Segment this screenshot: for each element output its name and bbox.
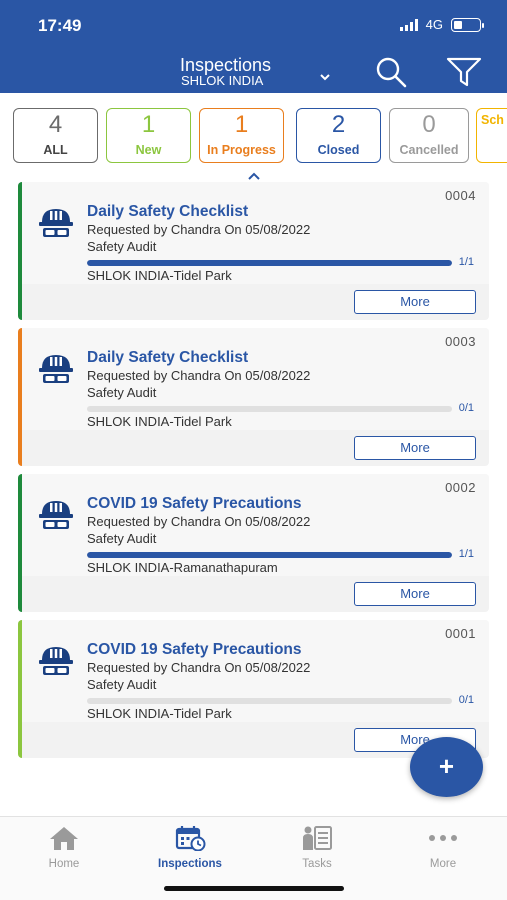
requested-by: Requested by Chandra On 05/08/2022 bbox=[87, 368, 311, 383]
nav-item-inspections[interactable]: Inspections bbox=[140, 825, 240, 870]
requested-by: Requested by Chandra On 05/08/2022 bbox=[87, 222, 311, 237]
search-icon[interactable] bbox=[374, 55, 408, 89]
inspection-card[interactable]: 0001 COVID 19 Safety Precautions Request… bbox=[18, 620, 489, 758]
tab-count: 0 bbox=[422, 111, 436, 138]
hard-hat-icon bbox=[39, 209, 73, 237]
home-indicator bbox=[164, 886, 344, 891]
inspection-card[interactable]: 0002 COVID 19 Safety Precautions Request… bbox=[18, 474, 489, 612]
status-accent bbox=[18, 620, 22, 758]
more-button[interactable]: More bbox=[354, 436, 476, 460]
inspection-number: 0004 bbox=[445, 188, 476, 203]
status-accent bbox=[18, 474, 22, 612]
nav-label: Home bbox=[48, 858, 80, 870]
hard-hat-icon bbox=[39, 647, 73, 675]
inspection-type: Safety Audit bbox=[87, 239, 157, 254]
network-label: 4G bbox=[425, 17, 443, 32]
site-name: SHLOK INDIA-Ramanathapuram bbox=[87, 560, 278, 575]
inspection-title: Daily Safety Checklist bbox=[87, 203, 249, 220]
nav-label: Tasks bbox=[302, 858, 332, 870]
inspection-title: COVID 19 Safety Precautions bbox=[87, 495, 302, 512]
tab-label: New bbox=[135, 143, 162, 157]
tab-cancelled[interactable]: 0 Cancelled bbox=[389, 108, 469, 163]
status-accent bbox=[18, 328, 22, 466]
more-button[interactable]: More bbox=[354, 582, 476, 606]
requested-by: Requested by Chandra On 05/08/2022 bbox=[87, 660, 311, 675]
status-accent bbox=[18, 182, 22, 320]
tab-label: ALL bbox=[43, 143, 68, 157]
nav-label: Inspections bbox=[158, 858, 222, 870]
more-icon bbox=[429, 835, 457, 841]
tab-new[interactable]: 1 New bbox=[106, 108, 191, 163]
progress-bar bbox=[87, 406, 452, 412]
inspection-title: Daily Safety Checklist bbox=[87, 349, 249, 366]
hard-hat-icon bbox=[39, 355, 73, 383]
tab-all[interactable]: 4 ALL bbox=[13, 108, 98, 163]
inspection-card[interactable]: 0004 Daily Safety Checklist Requested by… bbox=[18, 182, 489, 320]
tab-in-progress[interactable]: 1 In Progress bbox=[199, 108, 284, 163]
company-selector[interactable]: SHLOK INDIA bbox=[181, 73, 263, 88]
tab-closed[interactable]: 2 Closed bbox=[296, 108, 381, 163]
inspection-type: Safety Audit bbox=[87, 385, 157, 400]
chevron-down-icon[interactable] bbox=[318, 72, 332, 82]
tab-count: 1 bbox=[141, 111, 156, 138]
hard-hat-icon bbox=[39, 501, 73, 529]
signal-icon bbox=[399, 18, 418, 31]
inspection-type: Safety Audit bbox=[87, 677, 157, 692]
status-indicators: 4G bbox=[399, 17, 484, 32]
tab-label: Closed bbox=[317, 143, 360, 157]
status-time: 17:49 bbox=[38, 16, 82, 35]
inspection-type: Safety Audit bbox=[87, 531, 157, 546]
progress-ratio: 1/1 bbox=[458, 256, 474, 268]
app-screen: 17:49 4G Inspections SHLOK INDIA 4 ALL 1 bbox=[0, 0, 507, 900]
tab-count: 2 bbox=[331, 111, 346, 138]
add-inspection-button[interactable]: + bbox=[410, 737, 483, 797]
tab-count: 4 bbox=[48, 111, 63, 138]
site-name: SHLOK INDIA-Tidel Park bbox=[87, 268, 232, 283]
tab-label: Sch bbox=[481, 113, 504, 127]
site-name: SHLOK INDIA-Tidel Park bbox=[87, 706, 232, 721]
tab-label: Cancelled bbox=[399, 143, 459, 157]
inspection-number: 0003 bbox=[445, 334, 476, 349]
progress-ratio: 0/1 bbox=[458, 694, 474, 706]
chevron-up-icon[interactable] bbox=[246, 172, 262, 182]
nav-label: More bbox=[429, 858, 457, 870]
inspection-number: 0002 bbox=[445, 480, 476, 495]
more-button[interactable]: More bbox=[354, 290, 476, 314]
tasks-icon bbox=[303, 826, 332, 850]
nav-item-more[interactable]: More bbox=[393, 825, 493, 870]
home-icon bbox=[50, 827, 78, 850]
calendar-icon bbox=[175, 826, 206, 851]
tab-scheduled[interactable]: Sch bbox=[476, 108, 507, 163]
tab-label: In Progress bbox=[207, 143, 276, 157]
requested-by: Requested by Chandra On 05/08/2022 bbox=[87, 514, 311, 529]
battery-icon bbox=[451, 17, 484, 32]
filter-icon[interactable] bbox=[446, 56, 482, 88]
progress-bar bbox=[87, 698, 452, 704]
progress-ratio: 1/1 bbox=[458, 548, 474, 560]
nav-item-tasks[interactable]: Tasks bbox=[267, 825, 367, 870]
site-name: SHLOK INDIA-Tidel Park bbox=[87, 414, 232, 429]
inspection-card[interactable]: 0003 Daily Safety Checklist Requested by… bbox=[18, 328, 489, 466]
inspection-number: 0001 bbox=[445, 626, 476, 641]
tab-count: 1 bbox=[234, 111, 249, 138]
progress-bar bbox=[87, 552, 452, 558]
inspection-title: COVID 19 Safety Precautions bbox=[87, 641, 302, 658]
status-filter-tabs: 4 ALL 1 New 1 In Progress 2 Closed 0 Can… bbox=[0, 108, 507, 164]
progress-bar bbox=[87, 260, 452, 266]
nav-item-home[interactable]: Home bbox=[14, 825, 114, 870]
app-header: 17:49 4G Inspections SHLOK INDIA bbox=[0, 0, 507, 93]
progress-ratio: 0/1 bbox=[458, 402, 474, 414]
